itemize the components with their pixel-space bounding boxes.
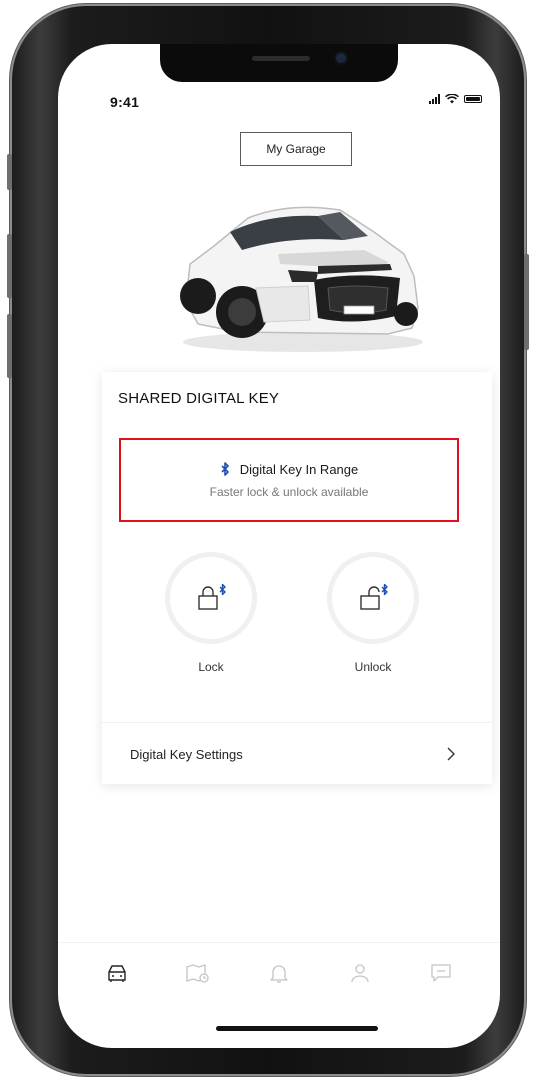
bell-icon: [270, 964, 288, 983]
cellular-signal-icon: [429, 94, 440, 104]
digital-key-card: SHARED DIGITAL KEY Digital Key In Range …: [102, 372, 492, 784]
bottom-tab-bar: [58, 942, 500, 1002]
card-divider: [102, 722, 492, 723]
tab-notifications[interactable]: [254, 953, 304, 993]
map-icon: [186, 963, 209, 983]
settings-label: Digital Key Settings: [130, 746, 243, 762]
notch: [160, 44, 398, 82]
phone-frame: 9:41 My Garage SHARED DIGITAL KEY Digita…: [7, 4, 529, 1076]
unlock-label: Unlock: [354, 660, 392, 674]
tab-vehicle[interactable]: [92, 953, 142, 993]
chevron-right-icon: [447, 747, 455, 761]
power-button: [524, 254, 529, 350]
wifi-icon: [445, 94, 459, 104]
front-camera: [336, 53, 346, 63]
lock-label: Lock: [198, 660, 224, 674]
speaker-grille: [252, 56, 310, 61]
unlock-button[interactable]: Unlock: [323, 552, 423, 674]
digital-key-settings-row[interactable]: Digital Key Settings: [102, 724, 492, 784]
unlock-bluetooth-icon: [360, 584, 388, 610]
my-garage-button[interactable]: My Garage: [240, 132, 352, 166]
chat-icon: [431, 963, 451, 982]
battery-icon: [464, 95, 482, 103]
card-title: SHARED DIGITAL KEY: [118, 390, 280, 407]
key-range-status-box: Digital Key In Range Faster lock & unloc…: [119, 438, 459, 522]
lock-circle[interactable]: [165, 552, 257, 644]
tab-map[interactable]: [173, 953, 223, 993]
tab-profile[interactable]: [335, 953, 385, 993]
car-icon: [107, 964, 126, 982]
lock-bluetooth-icon: [198, 584, 226, 610]
tab-messages[interactable]: [416, 953, 466, 993]
lock-button[interactable]: Lock: [161, 552, 261, 674]
range-status-line: Digital Key In Range: [220, 461, 359, 477]
range-status-text: Digital Key In Range: [239, 461, 359, 477]
volume-down-button: [7, 314, 12, 378]
bluetooth-icon: [221, 462, 229, 476]
profile-icon: [351, 963, 369, 982]
status-icons: [429, 94, 482, 104]
home-indicator[interactable]: [216, 1026, 378, 1031]
unlock-circle[interactable]: [327, 552, 419, 644]
status-time: 9:41: [110, 94, 140, 110]
silent-switch: [7, 154, 12, 190]
volume-up-button: [7, 234, 12, 298]
vehicle-image: [168, 192, 428, 360]
range-substatus-text: Faster lock & unlock available: [209, 484, 369, 499]
phone-screen: 9:41 My Garage SHARED DIGITAL KEY Digita…: [58, 44, 500, 1048]
